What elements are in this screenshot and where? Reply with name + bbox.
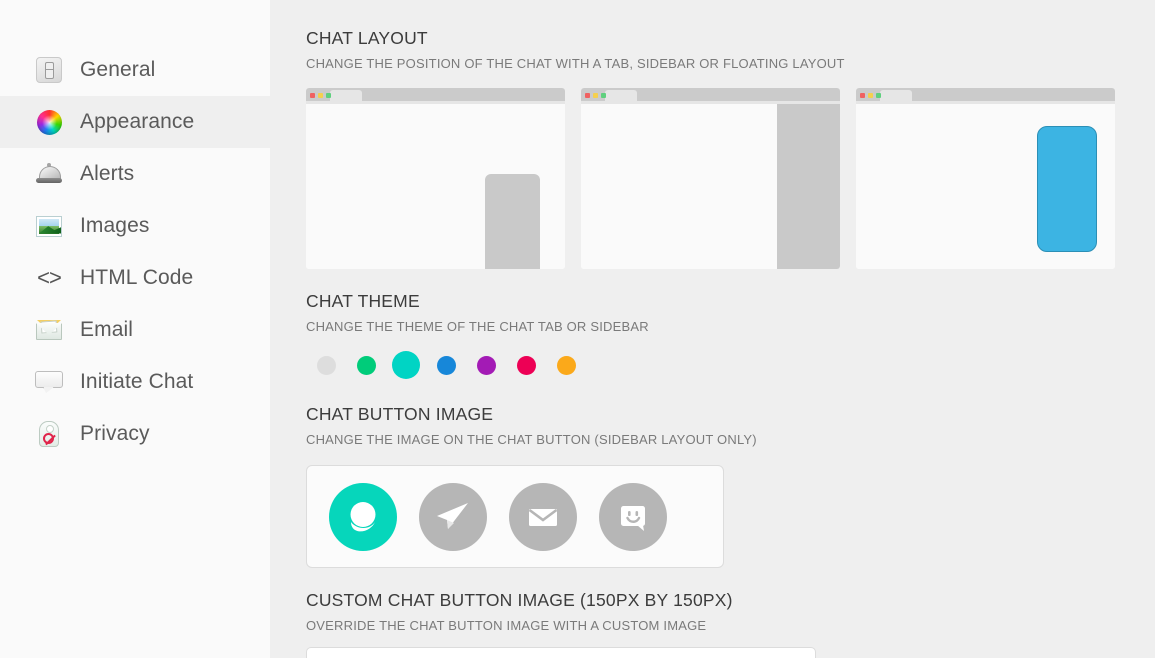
sidebar-item-privacy[interactable]: Privacy	[0, 408, 270, 460]
traffic-light-dots-icon	[310, 92, 344, 99]
custom-chat-button-image-subtitle: OVERRIDE THE CHAT BUTTON IMAGE WITH A CU…	[306, 618, 707, 633]
chat-button-image-title: CHAT BUTTON IMAGE	[306, 404, 494, 424]
sidebar-item-label: Email	[80, 318, 134, 341]
custom-chat-button-image-input[interactable]	[306, 647, 816, 658]
settings-sidebar: General Appearance Alerts Images <> HTML…	[0, 0, 270, 658]
layout-option-tab[interactable]	[306, 88, 565, 269]
browser-viewport	[856, 101, 1115, 269]
chat-theme-subtitle: CHANGE THE THEME OF THE CHAT TAB OR SIDE…	[306, 319, 649, 334]
settings-content: CHAT LAYOUT CHANGE THE POSITION OF THE C…	[270, 0, 1155, 658]
layout-option-floating[interactable]	[856, 88, 1115, 269]
traffic-light-dots-icon	[585, 92, 619, 99]
chat-sidebar-preview	[777, 104, 840, 269]
chat-floating-preview-selected	[1037, 126, 1097, 252]
sidebar-item-alerts[interactable]: Alerts	[0, 148, 270, 200]
browser-titlebar	[306, 88, 565, 101]
chat-layout-title: CHAT LAYOUT	[306, 28, 428, 48]
sidebar-item-initiate-chat[interactable]: Initiate Chat	[0, 356, 270, 408]
theme-swatch-purple[interactable]	[466, 355, 506, 375]
chat-tab-preview	[485, 174, 540, 269]
envelope-icon	[34, 315, 64, 345]
preferences-icon	[34, 55, 64, 85]
theme-swatch-teal-selected[interactable]	[386, 351, 426, 379]
sidebar-item-general[interactable]: General	[0, 44, 270, 96]
sidebar-item-label: Initiate Chat	[80, 370, 194, 393]
door-hanger-icon	[34, 419, 64, 449]
custom-chat-button-image-title: CUSTOM CHAT BUTTON IMAGE (150PX BY 150PX…	[306, 590, 733, 610]
chat-theme-swatches	[306, 350, 1155, 380]
layout-option-sidebar[interactable]	[581, 88, 840, 269]
theme-swatch-orange[interactable]	[546, 355, 586, 375]
theme-swatch-grey[interactable]	[306, 355, 346, 375]
theme-swatch-blue[interactable]	[426, 355, 466, 375]
browser-titlebar	[856, 88, 1115, 101]
sidebar-item-label: Privacy	[80, 422, 150, 445]
sidebar-item-email[interactable]: Email	[0, 304, 270, 356]
browser-titlebar	[581, 88, 840, 101]
sidebar-item-label: General	[80, 58, 156, 81]
sidebar-item-label: HTML Code	[80, 266, 194, 289]
envelope-icon	[528, 508, 558, 526]
sidebar-item-images[interactable]: Images	[0, 200, 270, 252]
theme-swatch-green[interactable]	[346, 355, 386, 375]
angle-brackets-icon: <>	[37, 265, 62, 290]
paper-plane-icon	[437, 502, 468, 529]
sidebar-item-html-code[interactable]: <> HTML Code	[0, 252, 270, 304]
sidebar-item-label: Appearance	[80, 110, 195, 133]
chat-bubble-icon	[350, 501, 376, 531]
chat-button-image-subtitle: CHANGE THE IMAGE ON THE CHAT BUTTON (SID…	[306, 432, 757, 447]
smiley-chat-icon	[621, 505, 645, 531]
traffic-light-dots-icon	[860, 92, 894, 99]
sidebar-item-appearance[interactable]: Appearance	[0, 96, 270, 148]
chat-button-image-options	[306, 465, 724, 568]
sidebar-item-label: Alerts	[80, 162, 135, 185]
chat-button-option-chat-bubble[interactable]	[329, 482, 397, 551]
chat-layout-subtitle: CHANGE THE POSITION OF THE CHAT WITH A T…	[306, 56, 845, 71]
photo-icon	[34, 211, 64, 241]
browser-viewport	[306, 101, 565, 269]
browser-viewport	[581, 101, 840, 269]
theme-swatch-pink[interactable]	[506, 355, 546, 375]
chat-button-option-envelope[interactable]	[509, 482, 577, 551]
settings-page: General Appearance Alerts Images <> HTML…	[0, 0, 1155, 658]
sidebar-item-label: Images	[80, 214, 150, 237]
service-bell-icon	[34, 159, 64, 189]
color-wheel-icon	[34, 107, 64, 137]
chat-theme-title: CHAT THEME	[306, 291, 420, 311]
chat-button-option-smiley-chat[interactable]	[599, 482, 667, 551]
chat-button-option-paper-plane[interactable]	[419, 482, 487, 551]
speech-bubble-icon	[34, 367, 64, 397]
chat-layout-options	[306, 88, 1155, 269]
